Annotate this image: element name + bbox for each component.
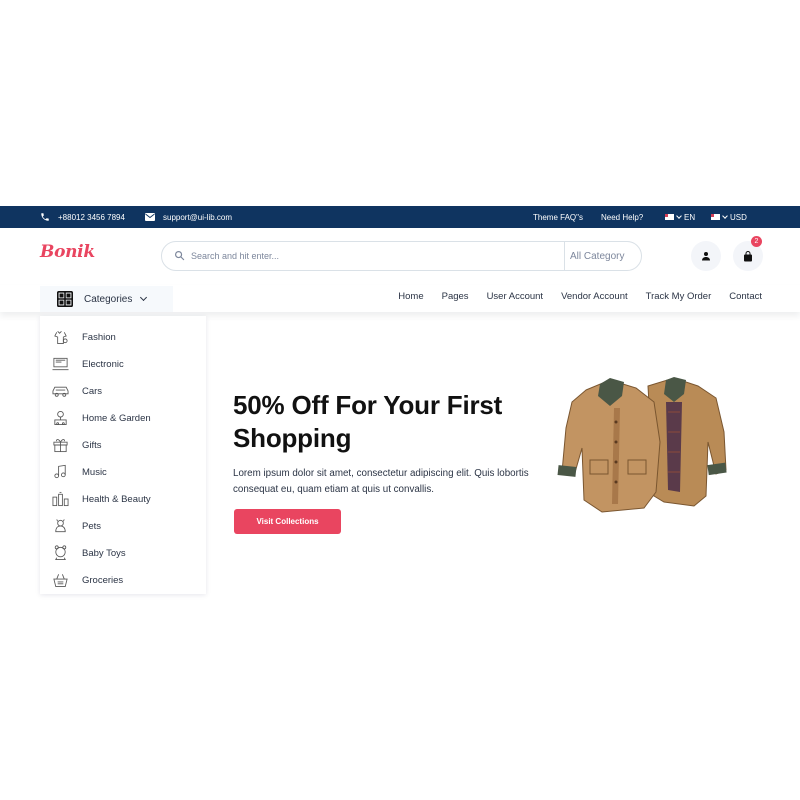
theme-faq-label: Theme FAQ"s [533,212,583,222]
category-item-cars[interactable]: Cars [40,379,206,403]
nav-vendor-account[interactable]: Vendor Account [561,291,628,302]
flag-icon [665,214,674,220]
categories-label: Categories [84,293,133,305]
garden-icon [54,410,67,426]
grid-icon [57,291,73,307]
search-input[interactable] [191,248,551,264]
category-label: Fashion [82,331,116,343]
nav-home[interactable]: Home [398,291,423,302]
chevron-down-icon [722,213,728,219]
pet-icon [55,519,66,533]
user-icon [702,252,710,261]
chevron-down-icon [140,293,148,302]
phone-icon [41,213,49,221]
hero-description: Lorem ipsum dolor sit amet, consectetur … [233,468,529,495]
hero-title: 50% Off For Your First Shopping [233,390,503,453]
category-label: Electronic [82,358,124,370]
logo[interactable]: Bonik [40,242,95,262]
category-item-fashion[interactable]: Fashion [40,325,206,349]
toy-icon [54,545,67,561]
email-address: support@ui-lib.com [163,212,233,222]
basket-icon [53,574,68,588]
mail-icon [145,213,155,221]
category-label: Gifts [82,439,102,451]
category-label: Pets [82,520,102,532]
need-help-link[interactable]: Need Help? [601,206,643,228]
category-label: Music [82,466,107,478]
search-bar: All Category [161,241,642,271]
language-label: EN [684,212,696,222]
category-label: Home & Garden [82,412,151,424]
nav-pages[interactable]: Pages [442,291,469,302]
search-icon [175,251,185,261]
chevron-down-icon [676,213,682,219]
shopping-bag-icon [744,250,752,261]
category-item-gifts[interactable]: Gifts [40,433,206,457]
category-label: Cars [82,385,103,397]
search-divider [564,242,565,270]
account-button[interactable] [691,241,721,271]
language-select[interactable]: EN [665,206,695,228]
currency-select[interactable]: USD [711,206,747,228]
category-select[interactable]: All Category [570,242,624,270]
nav-user-account[interactable]: User Account [487,291,544,302]
category-item-pets[interactable]: Pets [40,514,206,538]
health-icon [52,491,69,507]
gift-icon [53,439,68,453]
jackets-image [557,377,727,513]
nav-track-order[interactable]: Track My Order [646,291,712,302]
category-label: Health & Beauty [82,493,151,505]
categories-button[interactable]: Categories [40,286,173,312]
jacket-front [557,378,661,513]
category-menu: Fashion Electronic Cars Home & Garden Gi… [40,316,206,594]
car-icon [52,386,69,397]
need-help-label: Need Help? [601,212,644,222]
currency-label: USD [730,212,747,222]
category-item-health-beauty[interactable]: Health & Beauty [40,487,206,511]
top-bar: +88012 3456 7894 support@ui-lib.com Them… [0,206,800,228]
category-item-groceries[interactable]: Groceries [40,568,206,592]
cart-count-badge: 2 [751,236,762,247]
flag-icon [711,214,720,220]
category-item-electronic[interactable]: Electronic [40,352,206,376]
category-item-home-garden[interactable]: Home & Garden [40,406,206,430]
category-item-music[interactable]: Music [40,460,206,484]
category-item-baby-toys[interactable]: Baby Toys [40,541,206,565]
nav-contact[interactable]: Contact [729,291,762,302]
topbar-phone[interactable]: +88012 3456 7894 [40,206,125,228]
nav-links: Home Pages User Account Vendor Account T… [398,291,762,302]
dress-icon [54,331,68,345]
topbar-email[interactable]: support@ui-lib.com [145,206,232,228]
category-label: Baby Toys [82,547,126,559]
visit-collections-button[interactable]: Visit Collections [234,509,341,534]
music-icon [54,464,66,479]
category-label: Groceries [82,574,124,586]
laptop-icon [52,357,69,371]
phone-number: +88012 3456 7894 [58,212,125,222]
theme-faq-link[interactable]: Theme FAQ"s [533,206,583,228]
